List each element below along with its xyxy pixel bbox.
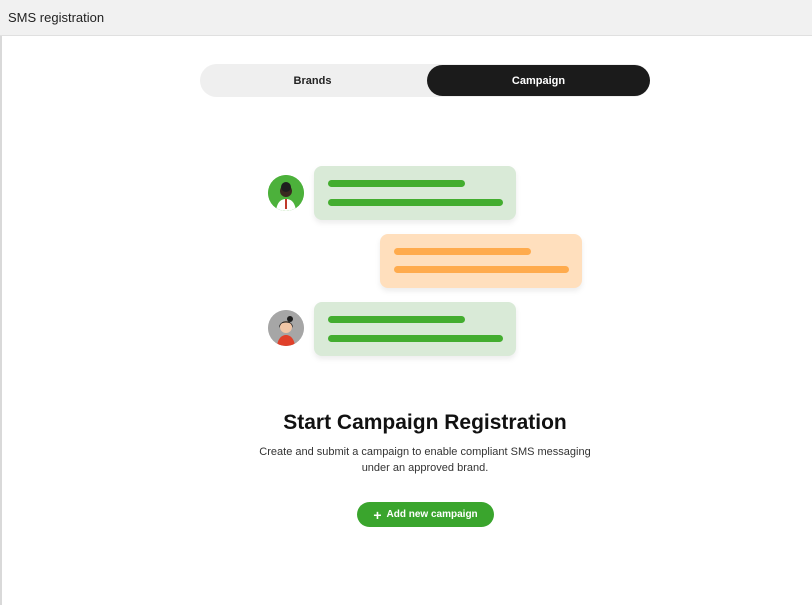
empty-state-title: Start Campaign Registration [283,411,567,434]
page-title: SMS registration [8,10,105,25]
add-campaign-button[interactable]: + Add new campaign [357,502,494,527]
plus-icon: + [373,506,382,523]
empty-state-description: Create and submit a campaign to enable c… [259,446,591,474]
tab-campaign[interactable]: Campaign [427,65,650,96]
title-bar: SMS registration [0,0,812,36]
tab-brands[interactable]: Brands [200,64,425,97]
add-campaign-label: Add new campaign [386,509,478,520]
tab-switcher: Brands Campaign [200,64,650,97]
